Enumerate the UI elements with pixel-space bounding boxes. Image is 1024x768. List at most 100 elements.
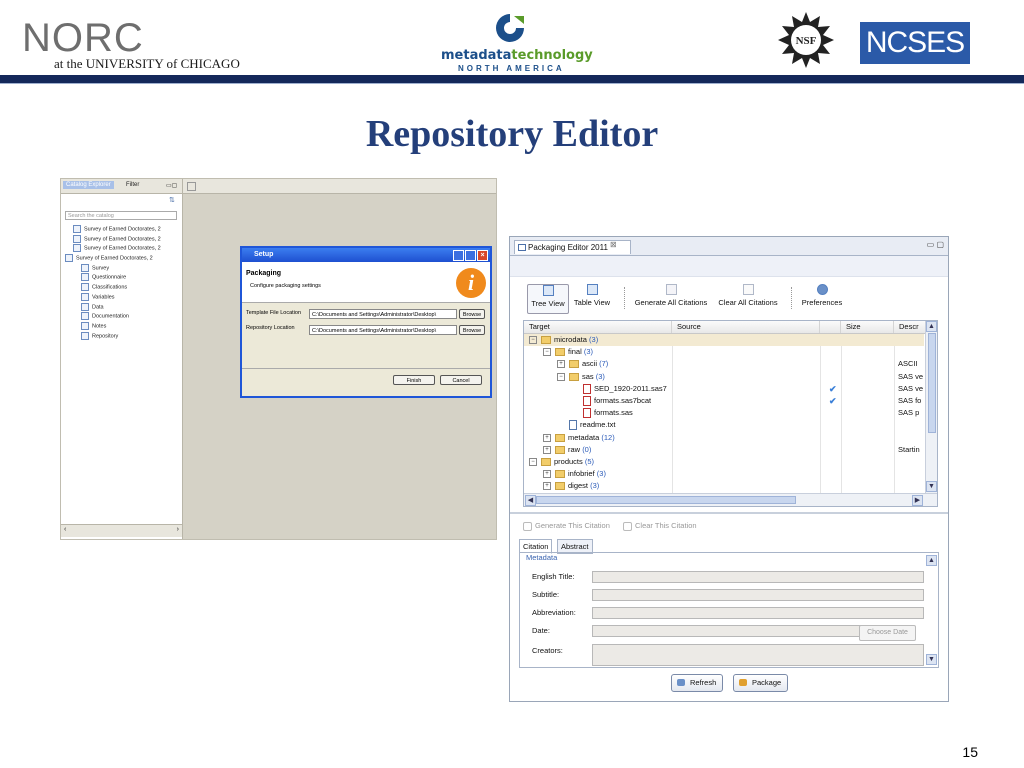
scroll-right-icon[interactable]: › bbox=[177, 526, 179, 533]
minimize-maximize-icon[interactable]: ▭ ▢ bbox=[927, 240, 944, 249]
vertical-scrollbar[interactable]: ▲ ▼ bbox=[925, 321, 937, 493]
date-input[interactable] bbox=[592, 625, 866, 637]
packaging-tree-table: Target Source Size Descr − microdata (3) −… bbox=[523, 320, 938, 507]
column-target[interactable]: Target bbox=[524, 321, 672, 333]
expand-toggle-icon[interactable]: − bbox=[529, 336, 537, 345]
catalog-tree-item[interactable]: Variables bbox=[65, 292, 181, 303]
repository-location-input[interactable]: C:\Documents and Settings\Administrator\… bbox=[309, 325, 457, 335]
scroll-left-icon[interactable]: ‹ bbox=[64, 526, 66, 533]
catalog-search-input[interactable]: Search the catalog bbox=[65, 211, 177, 220]
clear-this-checkbox[interactable] bbox=[623, 521, 632, 531]
close-button[interactable]: × bbox=[477, 250, 488, 261]
sash-divider[interactable] bbox=[510, 512, 948, 514]
template-browse-button[interactable]: Browse bbox=[459, 309, 485, 319]
catalog-tree-item[interactable]: Survey of Earned Doctorates, 2 bbox=[65, 254, 181, 264]
file-icon bbox=[583, 383, 591, 394]
tree-row[interactable]: − final (3) bbox=[524, 346, 924, 358]
folder-icon bbox=[555, 445, 565, 454]
expand-toggle-icon[interactable]: − bbox=[543, 348, 551, 357]
tab-filter[interactable]: Filter bbox=[123, 181, 142, 189]
catalog-tree-item[interactable]: Survey of Earned Doctorates, 2 bbox=[65, 244, 181, 254]
tree-row[interactable]: − sas (3) SAS ve bbox=[524, 371, 924, 383]
tree-row[interactable]: + infobrief (3) bbox=[524, 468, 924, 480]
form-scroll-up-icon[interactable]: ▲ bbox=[926, 555, 937, 566]
norc-wordmark: NORC bbox=[22, 16, 144, 60]
scroll-left-icon[interactable]: ◀ bbox=[525, 495, 536, 506]
finish-button[interactable]: Finish bbox=[393, 375, 435, 385]
expand-toggle-icon[interactable]: + bbox=[543, 445, 551, 454]
tab-catalog-explorer[interactable]: Catalog Explorer bbox=[63, 181, 114, 189]
header-rule bbox=[0, 75, 1024, 83]
catalog-tree-item[interactable]: Documentation bbox=[65, 312, 181, 322]
scroll-right-icon[interactable]: ▶ bbox=[912, 495, 923, 506]
generate-this-checkbox[interactable] bbox=[523, 521, 532, 531]
info-icon: i bbox=[456, 268, 486, 298]
horizontal-scrollbar[interactable]: ◀ ▶ bbox=[524, 493, 937, 506]
editor-tab-icon[interactable] bbox=[187, 182, 196, 191]
table-view-button[interactable]: Table View bbox=[571, 284, 613, 312]
repository-browse-button[interactable]: Browse bbox=[459, 325, 485, 335]
minimize-icon[interactable]: ▭▢ bbox=[163, 181, 180, 190]
expand-toggle-icon[interactable]: + bbox=[543, 433, 551, 442]
tree-row[interactable]: − microdata (3) bbox=[524, 334, 924, 347]
expand-toggle-icon[interactable]: − bbox=[557, 372, 565, 381]
clear-this-citation-option[interactable]: Clear This Citation bbox=[623, 521, 697, 531]
catalog-tree-item[interactable]: Data bbox=[65, 302, 181, 313]
tree-row[interactable]: + digest (3) bbox=[524, 480, 924, 492]
catalog-hscrollbar[interactable]: ‹ › bbox=[61, 524, 182, 537]
expand-toggle-icon[interactable]: − bbox=[529, 457, 537, 466]
tree-row[interactable]: formats.sas SAS p bbox=[524, 407, 924, 419]
tree-row[interactable]: SED_1920-2011.sas7 ✔ SAS ve bbox=[524, 383, 924, 395]
tree-row[interactable]: + ascii (7) ASCII bbox=[524, 358, 924, 370]
catalog-tree-label: Survey of Earned Doctorates, 2 bbox=[84, 236, 161, 243]
package-button[interactable]: Package bbox=[733, 674, 789, 692]
tree-row[interactable]: formats.sas7bcat ✔ SAS fo bbox=[524, 395, 924, 407]
generate-all-citations-button[interactable]: Generate All Citations bbox=[631, 284, 711, 312]
english-title-input[interactable] bbox=[592, 571, 924, 583]
maximize-button[interactable] bbox=[465, 250, 476, 261]
tree-view-button[interactable]: Tree View bbox=[527, 284, 569, 314]
scroll-down-icon[interactable]: ▼ bbox=[926, 481, 937, 492]
catalog-tree-item[interactable]: Notes bbox=[65, 321, 181, 332]
catalog-tree-item[interactable]: Survey bbox=[65, 263, 181, 274]
expand-toggle-icon[interactable]: + bbox=[557, 360, 565, 369]
scroll-up-icon[interactable]: ▲ bbox=[926, 321, 937, 332]
column-size[interactable]: Size bbox=[841, 321, 894, 333]
tree-node-icon bbox=[73, 234, 81, 243]
horizontal-scroll-thumb[interactable] bbox=[536, 496, 796, 504]
form-scroll-down-icon[interactable]: ▼ bbox=[926, 654, 937, 665]
creators-input[interactable] bbox=[592, 644, 924, 666]
refresh-button[interactable]: Refresh bbox=[671, 674, 724, 692]
tree-row[interactable]: + metadata (12) bbox=[524, 432, 924, 444]
tree-row[interactable]: − products (5) bbox=[524, 456, 924, 468]
choose-date-button[interactable]: Choose Date bbox=[859, 625, 916, 641]
sort-icon[interactable]: ⇅ bbox=[169, 196, 175, 204]
column-source[interactable]: Source bbox=[672, 321, 820, 333]
minimize-button[interactable] bbox=[453, 250, 464, 261]
abbreviation-input[interactable] bbox=[592, 607, 924, 619]
catalog-tree-item[interactable]: Classifications bbox=[65, 283, 181, 293]
creators-label: Creators: bbox=[532, 646, 563, 655]
vertical-scroll-thumb[interactable] bbox=[928, 333, 936, 433]
file-icon bbox=[583, 395, 591, 406]
template-file-input[interactable]: C:\Documents and Settings\Administrator\… bbox=[309, 309, 457, 319]
tree-node-icon bbox=[81, 263, 89, 272]
catalog-tree-item[interactable]: Questionnaire bbox=[65, 273, 181, 283]
catalog-tree-item[interactable]: Repository bbox=[65, 331, 181, 342]
subtitle-input[interactable] bbox=[592, 589, 924, 601]
clear-all-citations-button[interactable]: Clear All Citations bbox=[715, 284, 781, 312]
catalog-tree-label: Classifications bbox=[92, 284, 128, 291]
generate-this-citation-option[interactable]: Generate This Citation bbox=[523, 521, 610, 531]
preferences-button[interactable]: Preferences bbox=[798, 284, 846, 312]
tree-row[interactable]: readme.txt bbox=[524, 419, 924, 431]
expand-toggle-icon[interactable]: + bbox=[543, 482, 551, 491]
catalog-tree-item[interactable]: Survey of Earned Doctorates, 2 bbox=[65, 225, 181, 235]
cancel-button[interactable]: Cancel bbox=[440, 375, 482, 385]
tree-row-name: formats.sas7bcat bbox=[594, 395, 652, 405]
catalog-tree-item[interactable]: Survey of Earned Doctorates, 2 bbox=[65, 234, 181, 245]
folder-icon bbox=[541, 336, 551, 345]
close-tab-icon[interactable]: ⊠ bbox=[610, 240, 617, 249]
tree-row[interactable]: + raw (0) Startin bbox=[524, 444, 924, 456]
column-status[interactable] bbox=[820, 321, 841, 333]
expand-toggle-icon[interactable]: + bbox=[543, 470, 551, 479]
